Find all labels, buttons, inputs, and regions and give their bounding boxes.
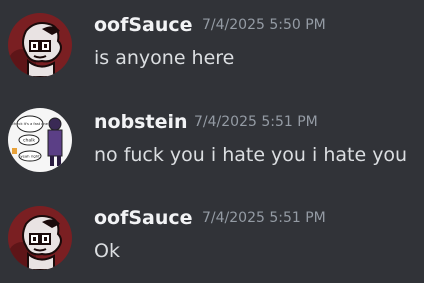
avatar[interactable] [8,13,72,77]
timestamp[interactable]: 7/4/2025 5:51 PM [194,114,318,130]
username[interactable]: oofSauce [94,207,193,229]
chat-message-list: oofSauce 7/4/2025 5:50 PM is anyone here… [0,0,424,283]
message-text: is anyone here [94,47,235,69]
message-item: oofSauce 7/4/2025 5:51 PM Ok [0,196,424,276]
avatar-caption: yeah right [20,154,40,159]
username[interactable]: oofSauce [94,14,193,36]
avatar-caption: chalk [23,138,35,144]
timestamp[interactable]: 7/4/2025 5:50 PM [202,17,326,33]
message-text: no fuck you i hate you i hate you [94,144,408,166]
username[interactable]: nobstein [94,111,188,133]
red-cartoon-face-avatar-icon [8,206,72,270]
message-item: oofSauce 7/4/2025 5:50 PM is anyone here [0,3,424,83]
avatar[interactable]: check it's a fast one chalk yeah right [8,108,72,172]
message-text: Ok [94,240,120,262]
timestamp[interactable]: 7/4/2025 5:51 PM [202,210,326,226]
avatar[interactable] [8,206,72,270]
red-cartoon-face-avatar-icon [8,13,72,77]
avatar-caption: check it's a fast one [12,122,49,126]
message-item: check it's a fast one chalk yeah right n… [0,100,424,180]
comic-sketch-avatar-icon: check it's a fast one chalk yeah right [8,108,72,172]
